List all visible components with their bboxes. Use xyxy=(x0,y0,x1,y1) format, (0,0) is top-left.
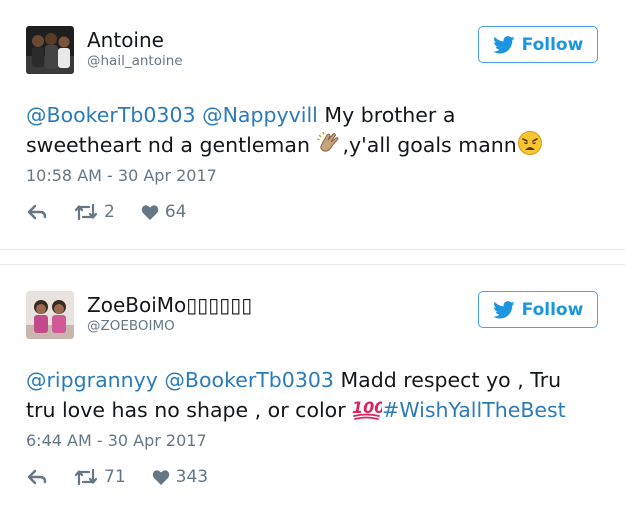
mention-link[interactable]: @BookerTb0303 xyxy=(164,368,334,392)
retweet-icon xyxy=(74,203,98,221)
display-name[interactable]: Antoine xyxy=(87,28,164,52)
tweet-card: ZoeBoiMo▯▯▯▯▯▯ @ZOEBOIMO Follow @ripgran… xyxy=(0,265,625,512)
clapping-hands-emoji-icon xyxy=(316,130,342,164)
follow-label: Follow xyxy=(521,34,584,55)
like-button[interactable]: 64 xyxy=(141,202,187,222)
tweet-text: @BookerTb0303 @Nappyvill My brother a sw… xyxy=(26,100,616,164)
hashtag-link[interactable]: #WishYallTheBest xyxy=(382,398,566,422)
timestamp[interactable]: 10:58 AM - 30 Apr 2017 xyxy=(26,166,217,185)
follow-button[interactable]: Follow xyxy=(478,291,598,328)
retweet-icon xyxy=(74,468,98,486)
timestamp[interactable]: 6:44 AM - 30 Apr 2017 xyxy=(26,431,207,450)
retweet-button[interactable]: 2 xyxy=(74,202,115,222)
avatar[interactable] xyxy=(26,291,74,339)
text-fragment: tru love has no shape , or color xyxy=(26,398,353,422)
reply-button[interactable] xyxy=(26,203,48,221)
twitter-bird-icon xyxy=(492,300,515,318)
twitter-bird-icon xyxy=(492,35,515,53)
tweet-text: @ripgrannyy @BookerTb0303 Madd respect y… xyxy=(26,365,616,429)
screen-name[interactable]: @hail_antoine xyxy=(87,53,183,69)
weary-face-emoji-icon xyxy=(517,130,543,164)
retweet-button[interactable]: 71 xyxy=(74,467,126,487)
follow-button[interactable]: Follow xyxy=(478,26,598,63)
reply-icon xyxy=(27,469,47,485)
retweet-count: 2 xyxy=(104,202,115,222)
avatar[interactable] xyxy=(26,26,74,74)
text-fragment: Madd respect yo , Tru xyxy=(333,368,562,392)
reply-button[interactable] xyxy=(26,468,48,486)
mention-link[interactable]: @BookerTb0303 xyxy=(26,103,196,127)
mention-link[interactable]: @ripgrannyy xyxy=(26,368,158,392)
like-count: 64 xyxy=(164,202,187,222)
text-fragment: My brother a xyxy=(317,103,456,127)
mention-link[interactable]: @Nappyvill xyxy=(202,103,318,127)
like-button[interactable]: 343 xyxy=(152,467,208,487)
heart-icon xyxy=(141,204,159,220)
reply-icon xyxy=(27,204,47,220)
text-fragment: ,y'all goals mann xyxy=(342,133,517,157)
divider xyxy=(0,249,625,250)
text-fragment: sweetheart nd a gentleman xyxy=(26,133,317,157)
retweet-count: 71 xyxy=(104,467,126,487)
tweet-card: Antoine @hail_antoine Follow @BookerTb03… xyxy=(0,0,625,250)
screen-name[interactable]: @ZOEBOIMO xyxy=(87,318,175,334)
tweet-actions: 71 343 xyxy=(26,465,234,489)
hundred-points-emoji-icon: 100 xyxy=(352,395,386,429)
tweet-actions: 2 64 xyxy=(26,200,212,224)
display-name[interactable]: ZoeBoiMo▯▯▯▯▯▯ xyxy=(87,293,252,317)
like-count: 343 xyxy=(175,467,209,487)
follow-label: Follow xyxy=(521,299,584,320)
heart-icon xyxy=(152,469,169,485)
